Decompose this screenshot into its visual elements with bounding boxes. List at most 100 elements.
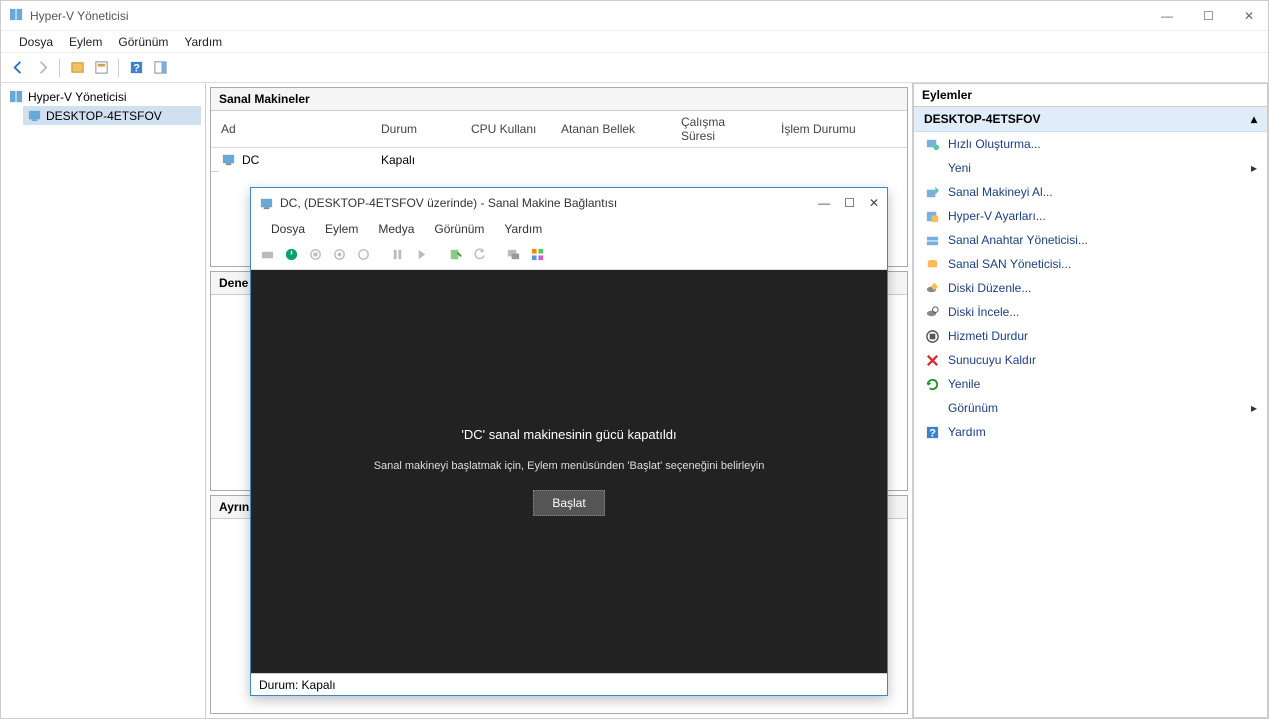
menubar: Dosya Eylem Görünüm Yardım — [1, 31, 1268, 53]
col-cpu[interactable]: CPU Kullanı — [461, 111, 551, 148]
vmconn-toolbar — [251, 240, 887, 270]
vm-start-button[interactable]: Başlat — [533, 490, 604, 516]
actions-header: Eylemler — [913, 83, 1268, 106]
settings-icon — [924, 208, 940, 224]
status-label: Durum: — [259, 678, 298, 692]
tree-root-label: Hyper-V Yöneticisi — [28, 90, 126, 104]
start-button[interactable] — [281, 245, 301, 265]
refresh-icon — [924, 376, 940, 392]
tree-host-label: DESKTOP-4ETSFOV — [46, 109, 162, 123]
col-memory[interactable]: Atanan Bellek — [551, 111, 671, 148]
app-icon — [9, 7, 24, 25]
show-hide-tree-button[interactable] — [66, 57, 88, 79]
reset-button[interactable] — [411, 245, 431, 265]
table-row[interactable]: DC Kapalı — [211, 148, 907, 172]
turnoff-button[interactable] — [305, 245, 325, 265]
enhanced-session-button[interactable] — [503, 245, 523, 265]
vmconn-menu-view[interactable]: Görünüm — [424, 220, 494, 238]
vmconn-statusbar: Durum: Kapalı — [251, 673, 887, 695]
vswitch-icon — [924, 232, 940, 248]
action-help[interactable]: ?Yardım — [914, 420, 1267, 444]
vmconn-maximize-button[interactable]: ☐ — [844, 196, 855, 210]
vm-off-message: 'DC' sanal makinesinin gücü kapatıldı — [461, 427, 676, 442]
vm-panel-header: Sanal Makineler — [211, 88, 907, 111]
forward-button[interactable] — [31, 57, 53, 79]
minimize-button[interactable]: — — [1155, 7, 1179, 25]
server-icon — [9, 89, 24, 104]
pause-button[interactable] — [387, 245, 407, 265]
vm-name: DC — [242, 153, 259, 167]
remove-icon — [924, 352, 940, 368]
help-icon: ? — [924, 424, 940, 440]
tree-host-node[interactable]: DESKTOP-4ETSFOV — [23, 106, 201, 125]
vmconn-menubar: Dosya Eylem Medya Görünüm Yardım — [251, 218, 887, 240]
chevron-right-icon: ▸ — [1251, 401, 1257, 415]
properties-button[interactable] — [90, 57, 112, 79]
checkpoint-button[interactable] — [445, 245, 465, 265]
collapse-icon: ▴ — [1251, 112, 1257, 126]
menu-help[interactable]: Yardım — [176, 33, 230, 51]
tree-root[interactable]: Hyper-V Yöneticisi — [5, 87, 201, 106]
action-edit-disk[interactable]: Diski Düzenle... — [914, 276, 1267, 300]
vmconn-title: DC, (DESKTOP-4ETSFOV üzerinde) - Sanal M… — [280, 196, 617, 210]
vm-state: Kapalı — [371, 148, 461, 172]
titlebar: Hyper-V Yöneticisi — ☐ ✕ — [1, 1, 1268, 31]
quick-create-icon — [924, 136, 940, 152]
actions-section[interactable]: DESKTOP-4ETSFOV ▴ — [914, 107, 1267, 132]
tree-pane: Hyper-V Yöneticisi DESKTOP-4ETSFOV — [1, 83, 206, 718]
window-title: Hyper-V Yöneticisi — [30, 9, 1155, 23]
action-vsan-manager[interactable]: Sanal SAN Yöneticisi... — [914, 252, 1267, 276]
stop-icon — [924, 328, 940, 344]
host-icon — [27, 108, 42, 123]
action-hyperv-settings[interactable]: Hyper-V Ayarları... — [914, 204, 1267, 228]
actions-pane: Eylemler DESKTOP-4ETSFOV ▴ Hızlı Oluştur… — [913, 83, 1268, 718]
vm-connection-window: DC, (DESKTOP-4ETSFOV üzerinde) - Sanal M… — [250, 187, 888, 696]
svg-text:?: ? — [133, 62, 140, 74]
menu-file[interactable]: Dosya — [11, 33, 61, 51]
col-name[interactable]: Ad — [211, 111, 371, 148]
action-quick-create[interactable]: Hızlı Oluşturma... — [914, 132, 1267, 156]
menu-view[interactable]: Görünüm — [110, 33, 176, 51]
chevron-right-icon: ▸ — [1251, 161, 1257, 175]
import-icon — [924, 184, 940, 200]
vmconn-close-button[interactable]: ✕ — [869, 196, 879, 210]
col-uptime[interactable]: Çalışma Süresi — [671, 111, 771, 148]
vmconn-menu-action[interactable]: Eylem — [315, 220, 368, 238]
action-remove-server[interactable]: Sunucuyu Kaldır — [914, 348, 1267, 372]
revert-button[interactable] — [469, 245, 489, 265]
action-new[interactable]: Yeni▸ — [914, 156, 1267, 180]
vmconn-menu-media[interactable]: Medya — [368, 220, 424, 238]
help-button[interactable]: ? — [125, 57, 147, 79]
save-button[interactable] — [353, 245, 373, 265]
action-refresh[interactable]: Yenile — [914, 372, 1267, 396]
col-job[interactable]: İşlem Durumu — [771, 111, 907, 148]
vmconn-minimize-button[interactable]: — — [818, 196, 830, 210]
status-value: Kapalı — [302, 678, 336, 692]
vmconn-icon — [259, 196, 274, 211]
maximize-button[interactable]: ☐ — [1197, 7, 1220, 25]
inspect-disk-icon — [924, 304, 940, 320]
action-view[interactable]: Görünüm▸ — [914, 396, 1267, 420]
vsan-icon — [924, 256, 940, 272]
vm-display-area: 'DC' sanal makinesinin gücü kapatıldı Sa… — [251, 270, 887, 673]
vm-table: Ad Durum CPU Kullanı Atanan Bellek Çalış… — [211, 111, 907, 171]
edit-disk-icon — [924, 280, 940, 296]
vmconn-menu-help[interactable]: Yardım — [494, 220, 552, 238]
ctrl-alt-del-button[interactable] — [257, 245, 277, 265]
action-inspect-disk[interactable]: Diski İncele... — [914, 300, 1267, 324]
action-vswitch-manager[interactable]: Sanal Anahtar Yöneticisi... — [914, 228, 1267, 252]
vmconn-titlebar: DC, (DESKTOP-4ETSFOV üzerinde) - Sanal M… — [251, 188, 887, 218]
close-button[interactable]: ✕ — [1238, 7, 1260, 25]
toolbar: ? — [1, 53, 1268, 83]
menu-action[interactable]: Eylem — [61, 33, 110, 51]
col-state[interactable]: Durum — [371, 111, 461, 148]
vmconn-menu-file[interactable]: Dosya — [261, 220, 315, 238]
vm-start-hint: Sanal makineyi başlatmak için, Eylem men… — [374, 460, 765, 472]
action-stop-service[interactable]: Hizmeti Durdur — [914, 324, 1267, 348]
shutdown-button[interactable] — [329, 245, 349, 265]
back-button[interactable] — [7, 57, 29, 79]
vm-icon — [221, 152, 236, 167]
action-import-vm[interactable]: Sanal Makineyi Al... — [914, 180, 1267, 204]
action-pane-button[interactable] — [149, 57, 171, 79]
share-button[interactable] — [527, 245, 547, 265]
